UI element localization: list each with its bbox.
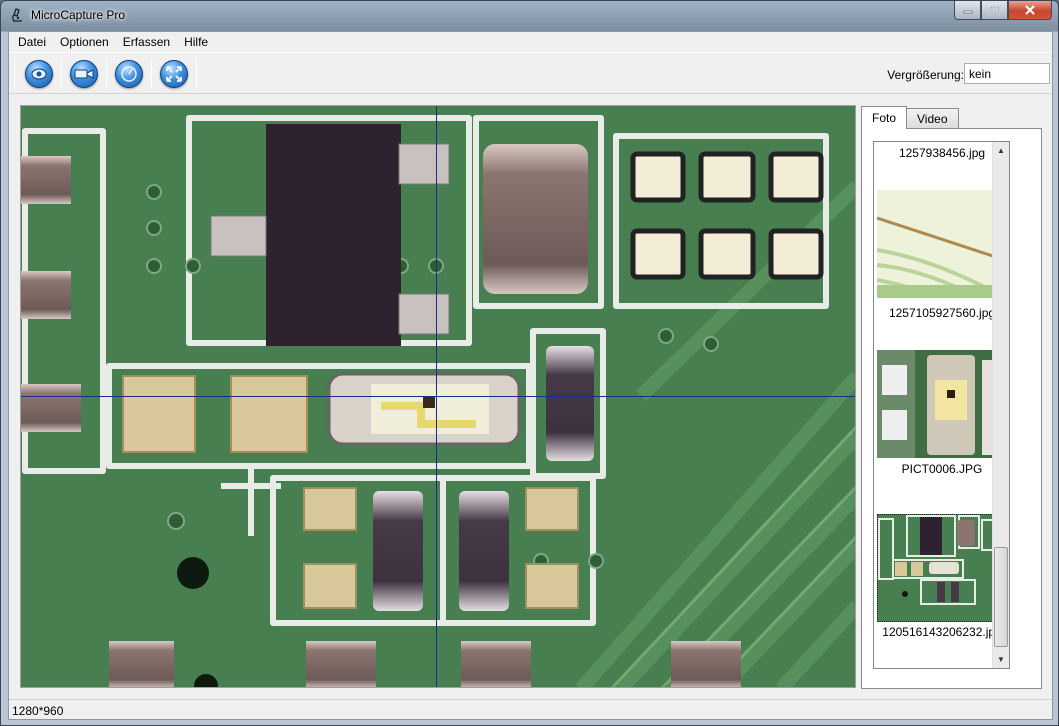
photo-capture-icon [31,68,47,80]
app-window: MicroCapture Pro Datei Optionen Erfassen… [0,0,1059,726]
resolution-status: 1280*960 [12,704,64,718]
thumbnail-name: 1257105927560.jpg [888,306,996,320]
scroll-down-arrow[interactable]: ▼ [993,651,1009,668]
toolbar-separator [106,59,107,89]
maximize-icon [989,5,1000,15]
thumbnail-name: PICT0006.JPG [901,462,983,476]
thumbnail-image [877,514,1005,622]
zoom-label: Vergrößerung: [887,68,964,82]
crosshair-horizontal [21,396,855,397]
toolbar-separator [14,59,15,89]
tab-foto[interactable]: Foto [861,106,908,129]
toolbar: Vergrößerung: [9,52,1052,94]
thumbnail-picture [877,514,1005,622]
photo-capture-button[interactable] [22,58,56,90]
menu-hilfe[interactable]: Hilfe [177,32,215,52]
thumbnail-picture [877,190,1005,298]
toolbar-separator [196,59,197,89]
timer-button[interactable] [112,58,146,90]
minimize-button[interactable] [954,1,981,20]
menu-datei[interactable]: Datei [11,32,53,52]
status-bar: 1280*960 [9,699,1052,720]
video-camera-icon [74,69,94,79]
toolbar-separator [61,59,62,89]
tab-video[interactable]: Video [906,108,959,129]
menu-optionen[interactable]: Optionen [53,32,116,52]
maximize-button[interactable] [981,1,1008,20]
fullscreen-button[interactable] [157,58,191,90]
thumbnail-image [877,350,1005,458]
thumbnail-scrollbar[interactable]: ▲ ▼ [992,142,1009,668]
thumbnail-picture [877,350,1005,458]
menu-bar: Datei Optionen Erfassen Hilfe [9,32,1052,52]
fullscreen-icon [166,66,182,82]
media-tabs: Foto Video [861,106,959,129]
thumbnail-image [877,190,1005,298]
title-bar[interactable]: MicroCapture Pro [1,1,1058,31]
thumbnail-list[interactable]: 1257938456.jpg 1257105927560.jpg PICT000… [873,141,1010,669]
video-record-button[interactable] [67,58,101,90]
live-preview[interactable] [20,105,856,688]
microscope-icon [12,8,22,22]
zoom-field[interactable] [964,63,1050,84]
client-area: Datei Optionen Erfassen Hilfe Vergrößeru… [8,31,1053,720]
close-button[interactable] [1008,1,1052,20]
window-title: MicroCapture Pro [31,8,126,22]
foto-panel: 1257938456.jpg 1257105927560.jpg PICT000… [861,128,1042,689]
timer-icon [121,66,137,82]
minimize-icon [963,10,972,14]
scroll-up-arrow[interactable]: ▲ [993,142,1009,159]
toolbar-separator [151,59,152,89]
close-icon [1025,5,1035,15]
thumbnail-name: 1257938456.jpg [898,146,986,160]
pcb-image [21,106,855,687]
thumbnail-name: 120516143206232.jpg [882,625,1002,639]
scroll-thumb[interactable] [994,547,1008,647]
menu-erfassen[interactable]: Erfassen [116,32,177,52]
